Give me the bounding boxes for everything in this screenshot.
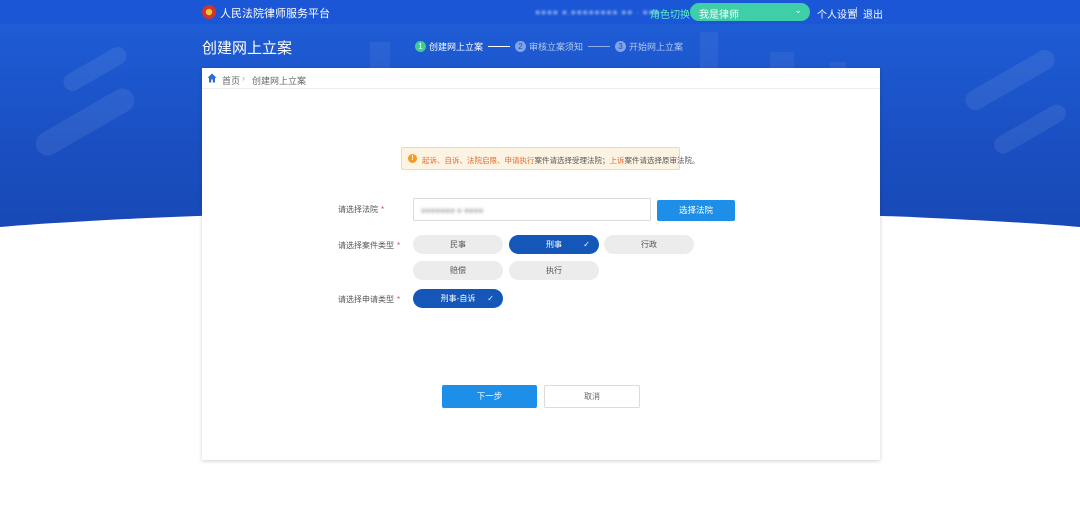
warning-icon: !: [408, 154, 417, 163]
select-court-button[interactable]: 选择法院: [657, 200, 735, 221]
logout-link[interactable]: 退出: [863, 6, 883, 21]
step-label: 开始网上立案: [629, 42, 684, 52]
chevron-right-icon: ›: [242, 73, 245, 83]
breadcrumb-home[interactable]: 首页: [222, 74, 240, 87]
user-settings-link[interactable]: 个人设置: [817, 6, 857, 21]
cancel-button[interactable]: 取消: [544, 385, 640, 408]
step-3: 3 开始网上立案: [615, 40, 683, 53]
apply-type-label: 请选择申请类型 *: [338, 294, 400, 305]
pill-label: 行政: [641, 240, 657, 249]
pill-label: 赔偿: [450, 266, 466, 275]
required-mark: *: [397, 241, 401, 250]
pill-label: 执行: [546, 266, 562, 275]
top-bar: 人民法院律师服务平台 ●●●● ●.●●●●●●●● ●● · ●●● 角色切换…: [0, 0, 1080, 24]
divider: [856, 7, 857, 17]
role-select-value: 我是律师: [699, 10, 739, 21]
notice-highlight: 上诉: [609, 156, 625, 165]
decor-shape: [961, 46, 1059, 114]
step-connector: [588, 46, 611, 47]
required-mark: *: [397, 295, 401, 304]
page-title: 创建网上立案: [202, 40, 293, 57]
check-icon: ✓: [583, 240, 590, 249]
breadcrumb-current: 创建网上立案: [252, 76, 307, 86]
chevron-down-icon: ⌄: [794, 5, 802, 15]
court-label-text: 请选择法院: [338, 205, 378, 214]
apply-type-criminal-private[interactable]: 刑事-自诉 ✓: [413, 289, 503, 308]
court-input[interactable]: ●●●●●●● ● ●●●●: [413, 198, 651, 221]
court-label: 请选择法院 *: [338, 204, 384, 215]
case-type-civil[interactable]: 民事: [413, 235, 503, 254]
case-type-enforcement[interactable]: 执行: [509, 261, 599, 280]
progress-steps: 1 创建网上立案 2 审核立案须知 3 开始网上立案: [415, 40, 683, 53]
step-2: 2 审核立案须知: [515, 40, 583, 53]
decor-shape: [31, 84, 139, 160]
decor-shape: [60, 43, 130, 95]
notice-banner: ! 起诉、自诉、法院启限、申请执行案件请选择受理法院；上诉案件请选择原审法院。: [401, 147, 700, 170]
next-button[interactable]: 下一步: [442, 385, 537, 408]
brand-title: 人民法院律师服务平台: [220, 8, 330, 20]
step-1: 1 创建网上立案: [415, 40, 483, 53]
decor-shape: [990, 101, 1070, 157]
check-icon: ✓: [487, 294, 494, 303]
main-card: 首页 › 创建网上立案 ! 起诉、自诉、法院启限、申请执行案件请选择受理法院；上…: [202, 68, 880, 460]
pill-label: 民事: [450, 240, 466, 249]
case-type-compensation[interactable]: 赔偿: [413, 261, 503, 280]
pill-label: 刑事-自诉: [440, 294, 476, 303]
role-select[interactable]: 我是律师 ⌄: [690, 3, 810, 21]
apply-type-label-text: 请选择申请类型: [338, 295, 394, 304]
step-number: 1: [415, 41, 426, 52]
step-label: 创建网上立案: [429, 42, 484, 52]
breadcrumb: 首页 › 创建网上立案: [202, 68, 880, 89]
notice-highlight: 起诉、自诉、法院启限、申请执行: [422, 156, 535, 165]
case-type-label: 请选择案件类型 *: [338, 240, 400, 251]
notice-text: 案件请选择原审法院。: [624, 156, 700, 165]
notice-text: 案件请选择受理法院；: [534, 156, 610, 165]
case-type-label-text: 请选择案件类型: [338, 241, 394, 250]
court-input-value: ●●●●●●● ● ●●●●: [421, 206, 484, 215]
role-switch-label: 角色切换: [650, 10, 690, 21]
step-connector: [488, 46, 511, 47]
case-type-criminal[interactable]: 刑事 ✓: [509, 235, 599, 254]
step-number: 2: [515, 41, 527, 52]
account-info: ●●●● ●.●●●●●●●● ●● · ●●●: [535, 7, 661, 17]
step-label: 审核立案须知: [529, 42, 584, 52]
required-mark: *: [381, 205, 385, 214]
case-type-administrative[interactable]: 行政: [604, 235, 694, 254]
step-number: 3: [615, 41, 627, 52]
court-emblem-icon: [202, 5, 216, 19]
pill-label: 刑事: [546, 240, 562, 249]
home-icon[interactable]: [207, 73, 217, 83]
